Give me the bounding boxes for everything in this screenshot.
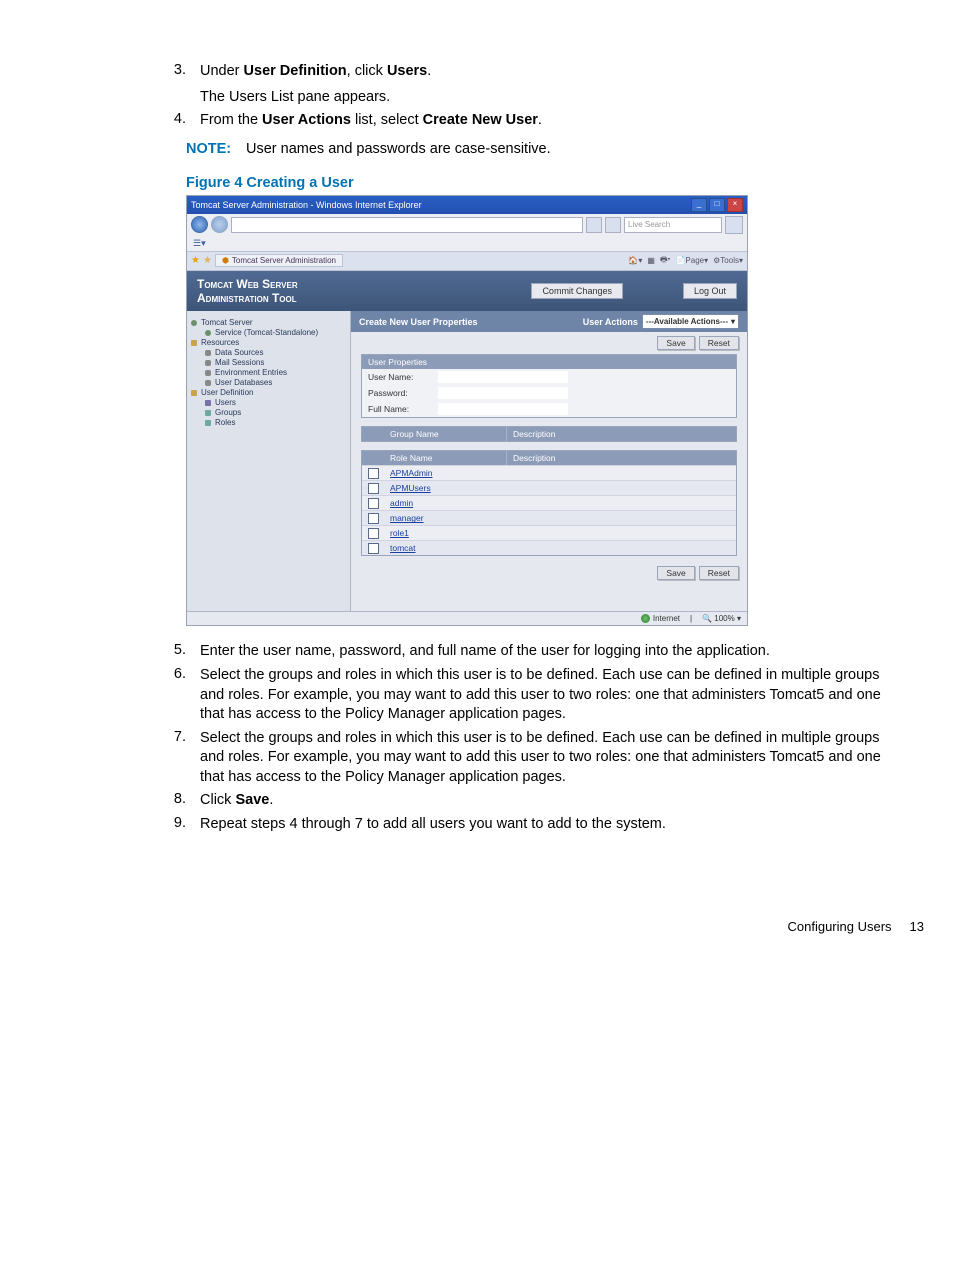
app-title: Tomcat Web Server Administration Tool bbox=[197, 277, 298, 306]
groups-table: Group Name Description bbox=[361, 426, 737, 442]
tools-menu[interactable]: ⚙Tools▾ bbox=[713, 256, 743, 265]
step-text: Select the groups and roles in which thi… bbox=[200, 729, 894, 788]
step-number: 3. bbox=[150, 62, 200, 107]
tree-node[interactable]: User Definition bbox=[191, 388, 346, 397]
minimize-icon[interactable]: _ bbox=[691, 198, 707, 212]
logout-button[interactable]: Log Out bbox=[683, 283, 737, 299]
window-title: Tomcat Server Administration - Windows I… bbox=[191, 200, 422, 210]
address-input[interactable] bbox=[231, 217, 583, 233]
reset-button[interactable]: Reset bbox=[699, 336, 739, 350]
table-row: APMUsers bbox=[362, 480, 736, 495]
step-number: 8. bbox=[150, 791, 200, 811]
role-checkbox[interactable] bbox=[368, 543, 379, 554]
roles-table: Role Name Description APMAdminAPMUsersad… bbox=[361, 450, 737, 556]
step-number: 7. bbox=[150, 729, 200, 788]
tree-node[interactable]: Groups bbox=[191, 408, 346, 417]
role-link[interactable]: admin bbox=[384, 496, 506, 510]
step-number: 4. bbox=[150, 111, 200, 131]
home-icon[interactable]: 🏠▾ bbox=[628, 256, 642, 265]
reset-button[interactable]: Reset bbox=[699, 566, 739, 580]
status-zone: Internet bbox=[653, 614, 680, 623]
save-button[interactable]: Save bbox=[657, 566, 694, 580]
tree-node[interactable]: Environment Entries bbox=[191, 368, 346, 377]
tree-node[interactable]: Data Sources bbox=[191, 348, 346, 357]
tree-node[interactable]: Service (Tomcat-Standalone) bbox=[191, 328, 346, 337]
feeds-icon[interactable]: ▦ bbox=[647, 256, 655, 265]
maximize-icon[interactable]: □ bbox=[709, 198, 725, 212]
step-text: Enter the user name, password, and full … bbox=[200, 642, 894, 662]
step-text: Repeat steps 4 through 7 to add all user… bbox=[200, 815, 894, 835]
close-icon[interactable]: × bbox=[727, 198, 743, 212]
tree-node[interactable]: Mail Sessions bbox=[191, 358, 346, 367]
role-checkbox[interactable] bbox=[368, 468, 379, 479]
username-label: User Name: bbox=[368, 372, 438, 382]
step-text: Under User Definition, click Users.The U… bbox=[200, 62, 894, 107]
group-name-header: Group Name bbox=[384, 427, 507, 441]
fullname-input[interactable] bbox=[438, 403, 568, 415]
figure-screenshot: Tomcat Server Administration - Windows I… bbox=[186, 195, 748, 627]
password-label: Password: bbox=[368, 388, 438, 398]
role-checkbox[interactable] bbox=[368, 528, 379, 539]
zone-icon bbox=[641, 614, 650, 623]
group-desc-header: Description bbox=[507, 427, 736, 441]
page-menu[interactable]: 📄Page▾ bbox=[675, 256, 708, 265]
tree-node[interactable]: User Databases bbox=[191, 378, 346, 387]
forward-icon[interactable] bbox=[211, 216, 228, 233]
role-checkbox[interactable] bbox=[368, 498, 379, 509]
search-go-icon[interactable] bbox=[725, 216, 743, 234]
step-number: 5. bbox=[150, 642, 200, 662]
table-row: admin bbox=[362, 495, 736, 510]
username-input[interactable] bbox=[438, 371, 568, 383]
nav-tree: Tomcat ServerService (Tomcat-Standalone)… bbox=[187, 311, 351, 611]
role-link[interactable]: APMUsers bbox=[384, 481, 506, 495]
user-actions-label: User Actions bbox=[583, 317, 638, 327]
note-text: User names and passwords are case-sensit… bbox=[246, 141, 551, 157]
step-text: From the User Actions list, select Creat… bbox=[200, 111, 894, 131]
table-row: tomcat bbox=[362, 540, 736, 555]
refresh-icon[interactable] bbox=[586, 217, 602, 233]
fullname-label: Full Name: bbox=[368, 404, 438, 414]
step-text: Click Save. bbox=[200, 791, 894, 811]
zoom-level[interactable]: 🔍 100% ▾ bbox=[702, 614, 741, 623]
table-row: role1 bbox=[362, 525, 736, 540]
links-icon[interactable]: ☰▾ bbox=[193, 238, 206, 249]
browser-tab[interactable]: ⬢ Tomcat Server Administration bbox=[215, 254, 343, 267]
print-icon[interactable]: 🖶▾ bbox=[660, 254, 671, 268]
role-link[interactable]: APMAdmin bbox=[384, 466, 506, 480]
user-actions-select[interactable]: ---Available Actions---▾ bbox=[642, 314, 739, 329]
tree-node[interactable]: Users bbox=[191, 398, 346, 407]
add-favorite-icon[interactable]: ★ bbox=[203, 255, 212, 266]
tree-node[interactable]: Roles bbox=[191, 418, 346, 427]
table-row: manager bbox=[362, 510, 736, 525]
stop-icon[interactable] bbox=[605, 217, 621, 233]
role-checkbox[interactable] bbox=[368, 483, 379, 494]
table-row: APMAdmin bbox=[362, 465, 736, 480]
tree-node[interactable]: Tomcat Server bbox=[191, 318, 346, 327]
save-button[interactable]: Save bbox=[657, 336, 694, 350]
step-number: 9. bbox=[150, 815, 200, 835]
search-input[interactable]: Live Search bbox=[624, 217, 722, 233]
role-link[interactable]: tomcat bbox=[384, 541, 506, 555]
footer-section: Configuring Users bbox=[787, 919, 891, 934]
figure-caption: Figure 4 Creating a User bbox=[60, 175, 894, 191]
password-input[interactable] bbox=[438, 387, 568, 399]
role-link[interactable]: manager bbox=[384, 511, 506, 525]
panel-title: Create New User Properties bbox=[359, 317, 478, 327]
commit-button[interactable]: Commit Changes bbox=[531, 283, 623, 299]
role-checkbox[interactable] bbox=[368, 513, 379, 524]
role-desc-header: Description bbox=[507, 451, 736, 465]
step-number: 6. bbox=[150, 666, 200, 725]
role-link[interactable]: role1 bbox=[384, 526, 506, 540]
favorites-icon[interactable]: ★ bbox=[191, 255, 200, 266]
page-number: 13 bbox=[910, 919, 924, 934]
back-icon[interactable] bbox=[191, 216, 208, 233]
role-name-header: Role Name bbox=[384, 451, 507, 465]
user-properties-header: User Properties bbox=[362, 355, 736, 369]
step-text: Select the groups and roles in which thi… bbox=[200, 666, 894, 725]
tree-node[interactable]: Resources bbox=[191, 338, 346, 347]
note-label: NOTE: bbox=[186, 141, 246, 157]
